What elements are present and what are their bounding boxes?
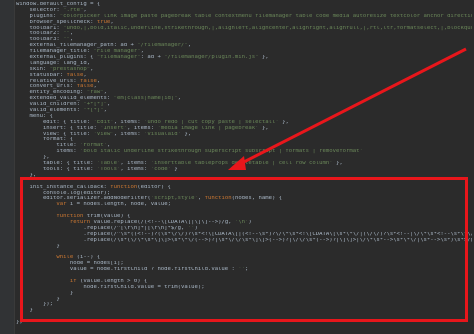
- code-editor[interactable]: window.default_config = { selector: ".rt…: [0, 0, 474, 334]
- code-line: .replace(/\s*(\/\*\s*\]\]>\s*\*\/(-->)?|…: [16, 237, 472, 243]
- code-area[interactable]: window.default_config = { selector: ".rt…: [16, 2, 472, 326]
- code-line: toolbar1: "undo,|,bold,italic,underline,…: [16, 25, 472, 31]
- code-line: };: [16, 320, 23, 326]
- line-number-gutter: [0, 0, 15, 334]
